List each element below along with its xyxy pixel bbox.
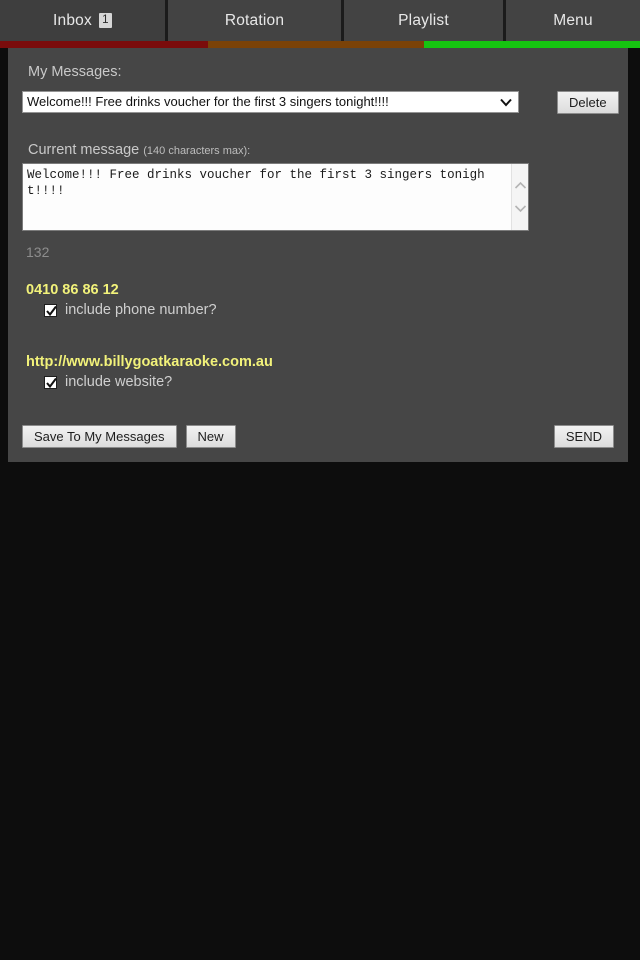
phone-number-value: 0410 86 86 12: [26, 282, 119, 298]
message-textarea[interactable]: [22, 163, 529, 231]
tab-bar: Inbox 1 Rotation Playlist Menu: [0, 0, 640, 41]
include-phone-checkbox[interactable]: [44, 303, 57, 317]
website-value: http://www.billygoatkaraoke.com.au: [26, 354, 273, 370]
saved-messages-select-wrap: Welcome!!! Free drinks voucher for the f…: [22, 91, 519, 113]
textarea-scrollbar[interactable]: [511, 164, 528, 230]
tab-menu-label: Menu: [553, 11, 593, 29]
tab-menu[interactable]: Menu: [506, 0, 640, 41]
include-phone-label: include phone number?: [65, 302, 217, 318]
current-message-label-text: Current message: [28, 142, 140, 158]
tab-rotation-label: Rotation: [224, 11, 285, 29]
tab-inbox-label: Inbox: [53, 11, 92, 29]
include-website-checkbox-row[interactable]: include website?: [44, 374, 614, 390]
character-counter: 132: [26, 244, 50, 260]
current-message-hint: (140 characters max):: [143, 145, 251, 157]
message-textarea-wrap: [22, 163, 529, 236]
app-root: Inbox 1 Rotation Playlist Menu My Messag…: [0, 0, 640, 960]
delete-button[interactable]: Delete: [557, 91, 619, 114]
tab-rotation[interactable]: Rotation: [168, 0, 344, 41]
tab-playlist[interactable]: Playlist: [344, 0, 506, 41]
check-icon: [46, 305, 57, 316]
include-website-checkbox[interactable]: [44, 375, 57, 389]
accent-strip: [0, 41, 640, 48]
new-message-button[interactable]: New: [185, 425, 236, 448]
current-message-label: Current message (140 characters max):: [28, 142, 614, 158]
accent-segment-brown: [208, 41, 424, 48]
tab-inbox[interactable]: Inbox 1: [0, 0, 168, 41]
accent-segment-green: [424, 41, 640, 48]
accent-segment-red: [0, 41, 208, 48]
inbox-unread-badge: 1: [98, 13, 112, 28]
composer-footer: Save To My Messages New SEND: [22, 425, 614, 448]
scroll-down-icon[interactable]: [514, 204, 527, 213]
saved-messages-select[interactable]: Welcome!!! Free drinks voucher for the f…: [22, 91, 519, 113]
include-phone-checkbox-row[interactable]: include phone number?: [44, 302, 614, 318]
tab-playlist-label: Playlist: [398, 11, 449, 29]
saved-messages-row: Welcome!!! Free drinks voucher for the f…: [22, 91, 619, 114]
check-icon: [46, 377, 57, 388]
message-composer-panel: My Messages: Welcome!!! Free drinks vouc…: [8, 48, 628, 462]
save-to-my-messages-button[interactable]: Save To My Messages: [22, 425, 177, 448]
scroll-up-icon[interactable]: [514, 181, 527, 190]
my-messages-label: My Messages:: [28, 64, 122, 80]
send-button[interactable]: SEND: [553, 425, 614, 448]
include-website-label: include website?: [65, 374, 173, 390]
